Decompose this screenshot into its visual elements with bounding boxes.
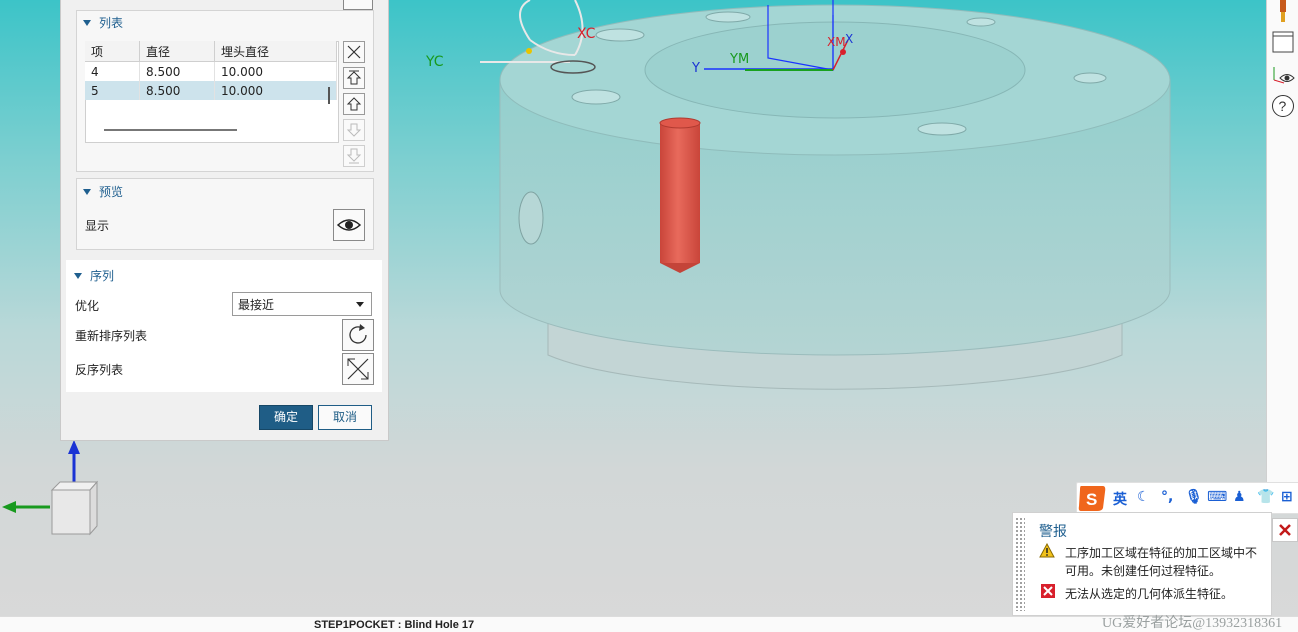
refresh-icon xyxy=(349,324,367,344)
visibility-icon[interactable] xyxy=(1270,64,1296,86)
holes-table: 项 直径 埋头直径 4 8.500 10.000 5 8.500 10.000 xyxy=(85,41,337,100)
move-up-button[interactable] xyxy=(343,93,365,115)
arrow-down-icon xyxy=(346,123,362,137)
mic-icon[interactable]: 🎙 xyxy=(1185,489,1203,505)
sogou-logo-icon[interactable]: S xyxy=(1077,484,1107,512)
cell-item: 5 xyxy=(85,81,140,100)
list-title-text: 列表 xyxy=(99,16,124,30)
cell-csink: 10.000 xyxy=(214,81,337,100)
keyboard-icon[interactable]: ⌨ xyxy=(1207,489,1227,505)
label-y: Y xyxy=(692,61,700,76)
tool-icon[interactable] xyxy=(1276,0,1290,24)
alert-close-button[interactable] xyxy=(1272,518,1298,542)
drag-grip[interactable] xyxy=(1015,517,1025,611)
list-group: 列表 项 直径 埋头直径 4 8.500 10.000 5 8.500 10.0… xyxy=(76,10,374,172)
cell-diameter: 8.500 xyxy=(139,81,215,100)
grid-icon[interactable]: ⊞ xyxy=(1281,489,1293,505)
list-group-title[interactable]: 列表 xyxy=(83,14,123,31)
col-csink-diameter[interactable]: 埋头直径 xyxy=(214,41,337,62)
vertical-scrollbar[interactable] xyxy=(328,87,330,104)
collapse-triangle-icon xyxy=(83,189,91,195)
collapse-triangle-icon xyxy=(83,20,91,26)
reverse-arrows-icon xyxy=(347,358,369,380)
arrow-up-icon xyxy=(346,97,362,111)
table-header: 项 直径 埋头直径 xyxy=(85,41,337,62)
label-ym: YM xyxy=(730,52,750,67)
hole-feature-dialog: 列表 项 直径 埋头直径 4 8.500 10.000 5 8.500 10.0… xyxy=(60,0,389,441)
optimize-select-value: 最接近 xyxy=(238,298,275,312)
svg-text:?: ? xyxy=(1279,98,1287,114)
label-yc: YC xyxy=(426,54,444,70)
reverse-button[interactable] xyxy=(342,353,374,385)
reverse-label: 反序列表 xyxy=(75,363,124,377)
resource-bar: ? xyxy=(1266,0,1298,500)
warning-icon xyxy=(1039,543,1055,558)
label-x: X xyxy=(845,32,854,46)
optimize-label: 优化 xyxy=(75,299,100,313)
show-preview-button[interactable] xyxy=(333,209,365,241)
label-xm: XM xyxy=(827,35,846,49)
error-icon xyxy=(1041,584,1055,598)
reorder-button[interactable] xyxy=(342,319,374,351)
cell-csink: 10.000 xyxy=(214,61,337,81)
show-label: 显示 xyxy=(85,219,110,233)
close-x-icon xyxy=(347,45,361,59)
shirt-icon[interactable]: 👕 xyxy=(1257,489,1274,505)
ime-lang-toggle[interactable]: 英 xyxy=(1113,489,1127,509)
table-row[interactable]: 5 8.500 10.000 xyxy=(85,81,337,100)
sequence-section-title[interactable]: 序列 xyxy=(74,267,114,284)
arrow-down-bar-icon xyxy=(346,148,362,164)
label-xc: XC xyxy=(577,26,596,42)
table-row[interactable]: 4 8.500 10.000 xyxy=(85,61,337,81)
alert-title: 警报 xyxy=(1039,524,1067,540)
preview-title-text: 预览 xyxy=(99,185,124,199)
preview-group-title[interactable]: 预览 xyxy=(83,183,123,200)
cell-diameter: 8.500 xyxy=(139,61,215,81)
status-bar: STEP1POCKET : Blind Hole 17 UG爱好者论坛@1393… xyxy=(0,616,1298,632)
close-icon xyxy=(1279,524,1291,536)
selected-hole-body[interactable] xyxy=(659,117,701,273)
sequence-title-text: 序列 xyxy=(90,269,115,283)
svg-text:S: S xyxy=(1086,490,1097,509)
help-icon[interactable]: ? xyxy=(1271,94,1295,118)
ime-toolbar: S 英 ☾ °, 🎙 ⌨ ♟ 👕 ⊞ xyxy=(1076,482,1298,514)
alert-item-text: 工序加工区域在特征的加工区域中不 可用。未创建任何过程特征。 xyxy=(1065,544,1257,580)
optimize-select[interactable]: 最接近 xyxy=(232,292,372,316)
forum-watermark: UG爱好者论坛@13932318361 xyxy=(1102,616,1283,631)
part-base xyxy=(499,4,1171,390)
moon-icon[interactable]: ☾ xyxy=(1137,489,1150,505)
ok-button[interactable]: 确定 xyxy=(259,405,313,430)
col-diameter[interactable]: 直径 xyxy=(139,41,215,62)
reorder-label: 重新排序列表 xyxy=(75,329,148,343)
alert-text-line: 工序加工区域在特征的加工区域中不 xyxy=(1065,546,1258,560)
col-item[interactable]: 项 xyxy=(85,41,140,62)
status-text: STEP1POCKET : Blind Hole 17 xyxy=(314,619,475,631)
move-to-top-button[interactable] xyxy=(343,67,365,89)
dropdown-arrow-icon xyxy=(356,302,364,307)
cell-item: 4 xyxy=(85,61,140,81)
eye-icon xyxy=(337,219,361,231)
cancel-button[interactable]: 取消 xyxy=(318,405,372,430)
view-triad xyxy=(2,440,99,536)
punct-icon[interactable]: °, xyxy=(1161,489,1173,505)
arrow-up-bar-icon xyxy=(346,70,362,85)
alert-text-line: 可用。未创建任何过程特征。 xyxy=(1065,564,1222,578)
move-down-button[interactable] xyxy=(343,119,365,141)
preview-group: 预览 显示 xyxy=(76,178,374,250)
window-icon[interactable] xyxy=(1272,31,1294,53)
alert-panel: 警报 工序加工区域在特征的加工区域中不 可用。未创建任何过程特征。 无法从选定的… xyxy=(1012,512,1272,616)
remove-button[interactable] xyxy=(343,41,365,63)
collapse-triangle-icon xyxy=(74,273,82,279)
move-to-bottom-button[interactable] xyxy=(343,145,365,167)
user-icon[interactable]: ♟ xyxy=(1233,489,1246,505)
dialog-top-button[interactable] xyxy=(343,0,373,10)
alert-item-text: 无法从选定的几何体派生特征。 xyxy=(1065,587,1234,601)
horizontal-scrollbar[interactable] xyxy=(104,129,237,131)
